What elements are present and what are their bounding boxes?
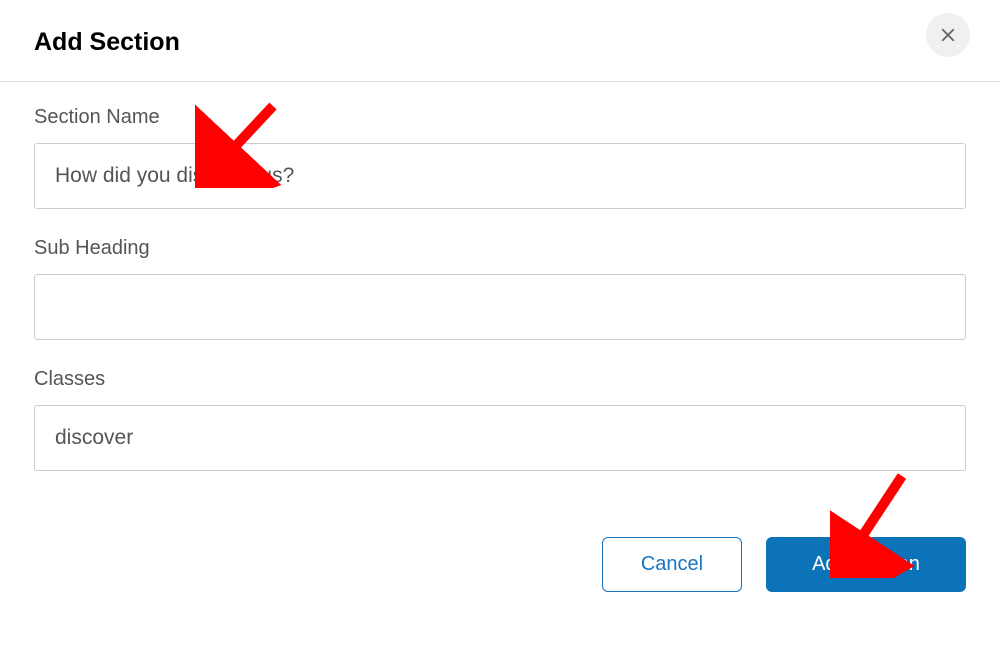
close-button[interactable] bbox=[926, 13, 970, 57]
close-icon bbox=[939, 26, 957, 44]
dialog-footer: Cancel Add Section bbox=[0, 519, 1000, 620]
classes-input[interactable] bbox=[34, 405, 966, 471]
add-section-button[interactable]: Add Section bbox=[766, 537, 966, 592]
cancel-button[interactable]: Cancel bbox=[602, 537, 742, 592]
form-group-section-name: Section Name bbox=[34, 106, 966, 209]
sub-heading-input[interactable] bbox=[34, 274, 966, 340]
classes-label: Classes bbox=[34, 368, 966, 391]
dialog-title: Add Section bbox=[34, 28, 180, 57]
form-group-sub-heading: Sub Heading bbox=[34, 237, 966, 340]
section-name-label: Section Name bbox=[34, 106, 966, 129]
dialog-header: Add Section bbox=[0, 0, 1000, 82]
form-group-classes: Classes bbox=[34, 368, 966, 471]
section-name-input[interactable] bbox=[34, 143, 966, 209]
dialog-body: Section Name Sub Heading Classes bbox=[0, 82, 1000, 519]
sub-heading-label: Sub Heading bbox=[34, 237, 966, 260]
